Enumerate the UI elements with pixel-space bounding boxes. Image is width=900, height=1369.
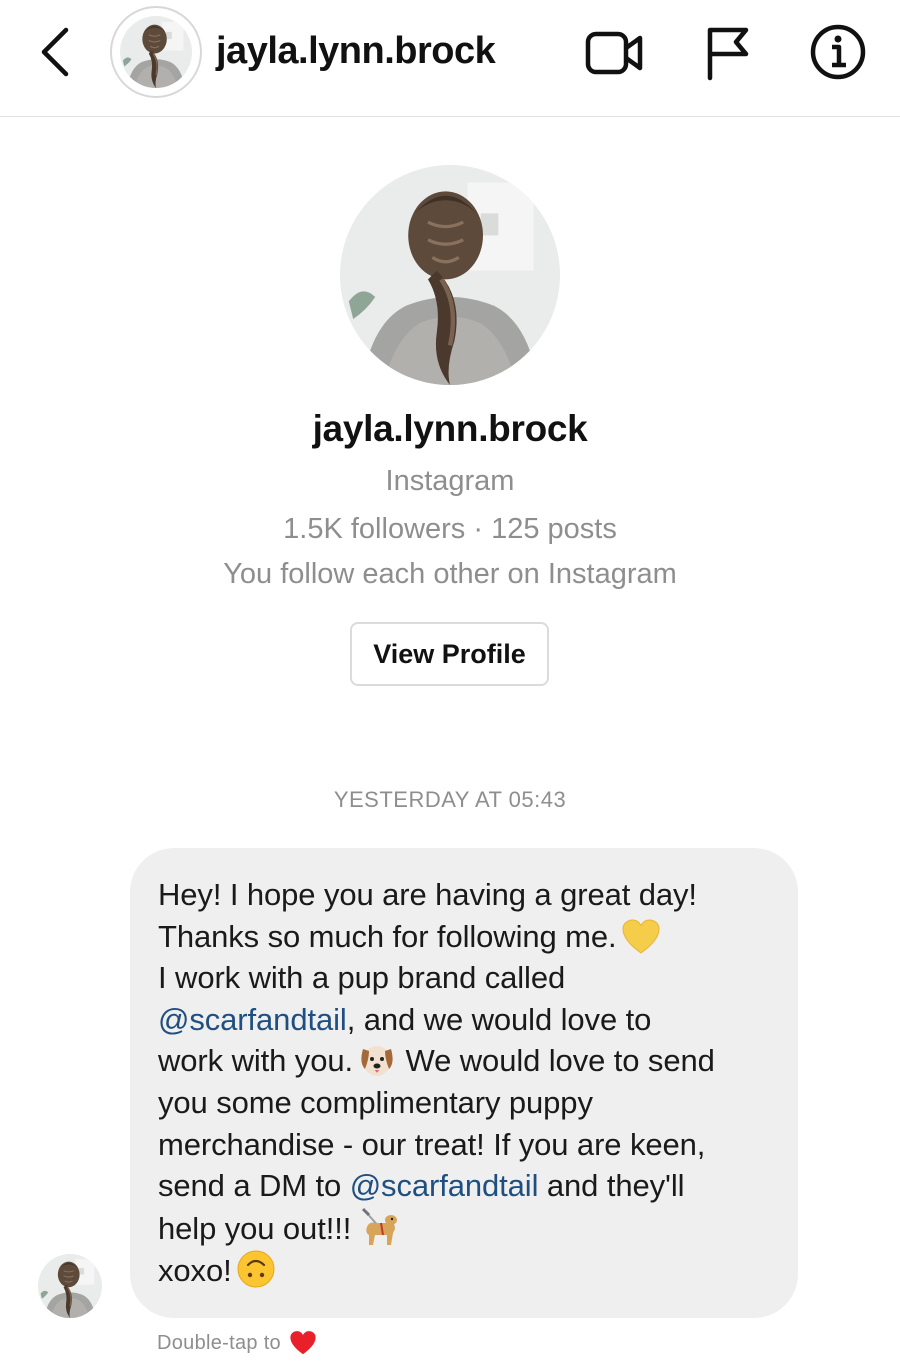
message-fragment: , and we would love to: [346, 1001, 652, 1037]
message-line: I work with a pup brand called: [158, 960, 566, 996]
info-icon[interactable]: [808, 22, 868, 82]
double-tap-hint: Double-tap to: [157, 1330, 317, 1356]
header-avatar[interactable]: [120, 16, 192, 88]
message-bubble[interactable]: Hey! I hope you are having a great day! …: [130, 848, 798, 1318]
message-line: help you out!!!: [158, 1207, 770, 1250]
profile-name: jayla.lynn.brock: [312, 408, 588, 449]
message-fragment: work with you.: [158, 1043, 353, 1079]
yellow-heart-emoji: [622, 919, 660, 954]
guide-dog-emoji: [362, 1207, 398, 1245]
message-line: you some complimentary puppy: [158, 1084, 593, 1120]
profile-stats: 1.5K followers · 125 posts: [283, 513, 617, 545]
chat-header: jayla.lynn.brock: [0, 0, 900, 117]
message-fragment: send a DM to: [158, 1168, 350, 1204]
mention-link[interactable]: @scarfandtail: [158, 1002, 347, 1037]
video-call-icon[interactable]: [582, 26, 646, 80]
message-fragment: and they'll: [538, 1168, 685, 1204]
message-line: send a DM to @scarfandtail and they'll: [158, 1165, 770, 1207]
message-line: Thanks so much for following me.: [158, 916, 770, 958]
mention-link[interactable]: @scarfandtail: [350, 1168, 539, 1203]
message-fragment: We would love to send: [397, 1043, 715, 1079]
message-line: Hey! I hope you are having a great day!: [158, 877, 697, 912]
message-fragment: Thanks so much for following me.: [158, 918, 617, 954]
report-flag-icon[interactable]: [702, 22, 754, 82]
message-text: Hey! I hope you are having a great day! …: [158, 874, 770, 1292]
upside-down-face-emoji: [237, 1250, 275, 1288]
message-line: work with you. We would love to send: [158, 1040, 770, 1082]
message-fragment: xoxo!: [158, 1253, 232, 1289]
message-fragment: help you out!!!: [158, 1210, 352, 1246]
profile-avatar[interactable]: [340, 165, 560, 385]
message-line: merchandise - our treat! If you are keen…: [158, 1126, 706, 1162]
view-profile-button[interactable]: View Profile: [350, 622, 549, 686]
sender-avatar[interactable]: [38, 1254, 102, 1318]
header-username[interactable]: jayla.lynn.brock: [216, 30, 496, 73]
back-chevron-icon[interactable]: [30, 22, 80, 82]
message-line: xoxo!: [158, 1249, 770, 1292]
profile-platform: Instagram: [385, 465, 515, 497]
hint-text: Double-tap to: [157, 1331, 281, 1354]
dog-face-emoji: [361, 1046, 393, 1077]
message-timestamp: YESTERDAY AT 05:43: [333, 787, 567, 812]
red-heart-emoji: [290, 1331, 316, 1355]
message-line: @scarfandtail, and we would love to: [158, 999, 770, 1041]
mutual-follow-text: You follow each other on Instagram: [223, 558, 677, 590]
